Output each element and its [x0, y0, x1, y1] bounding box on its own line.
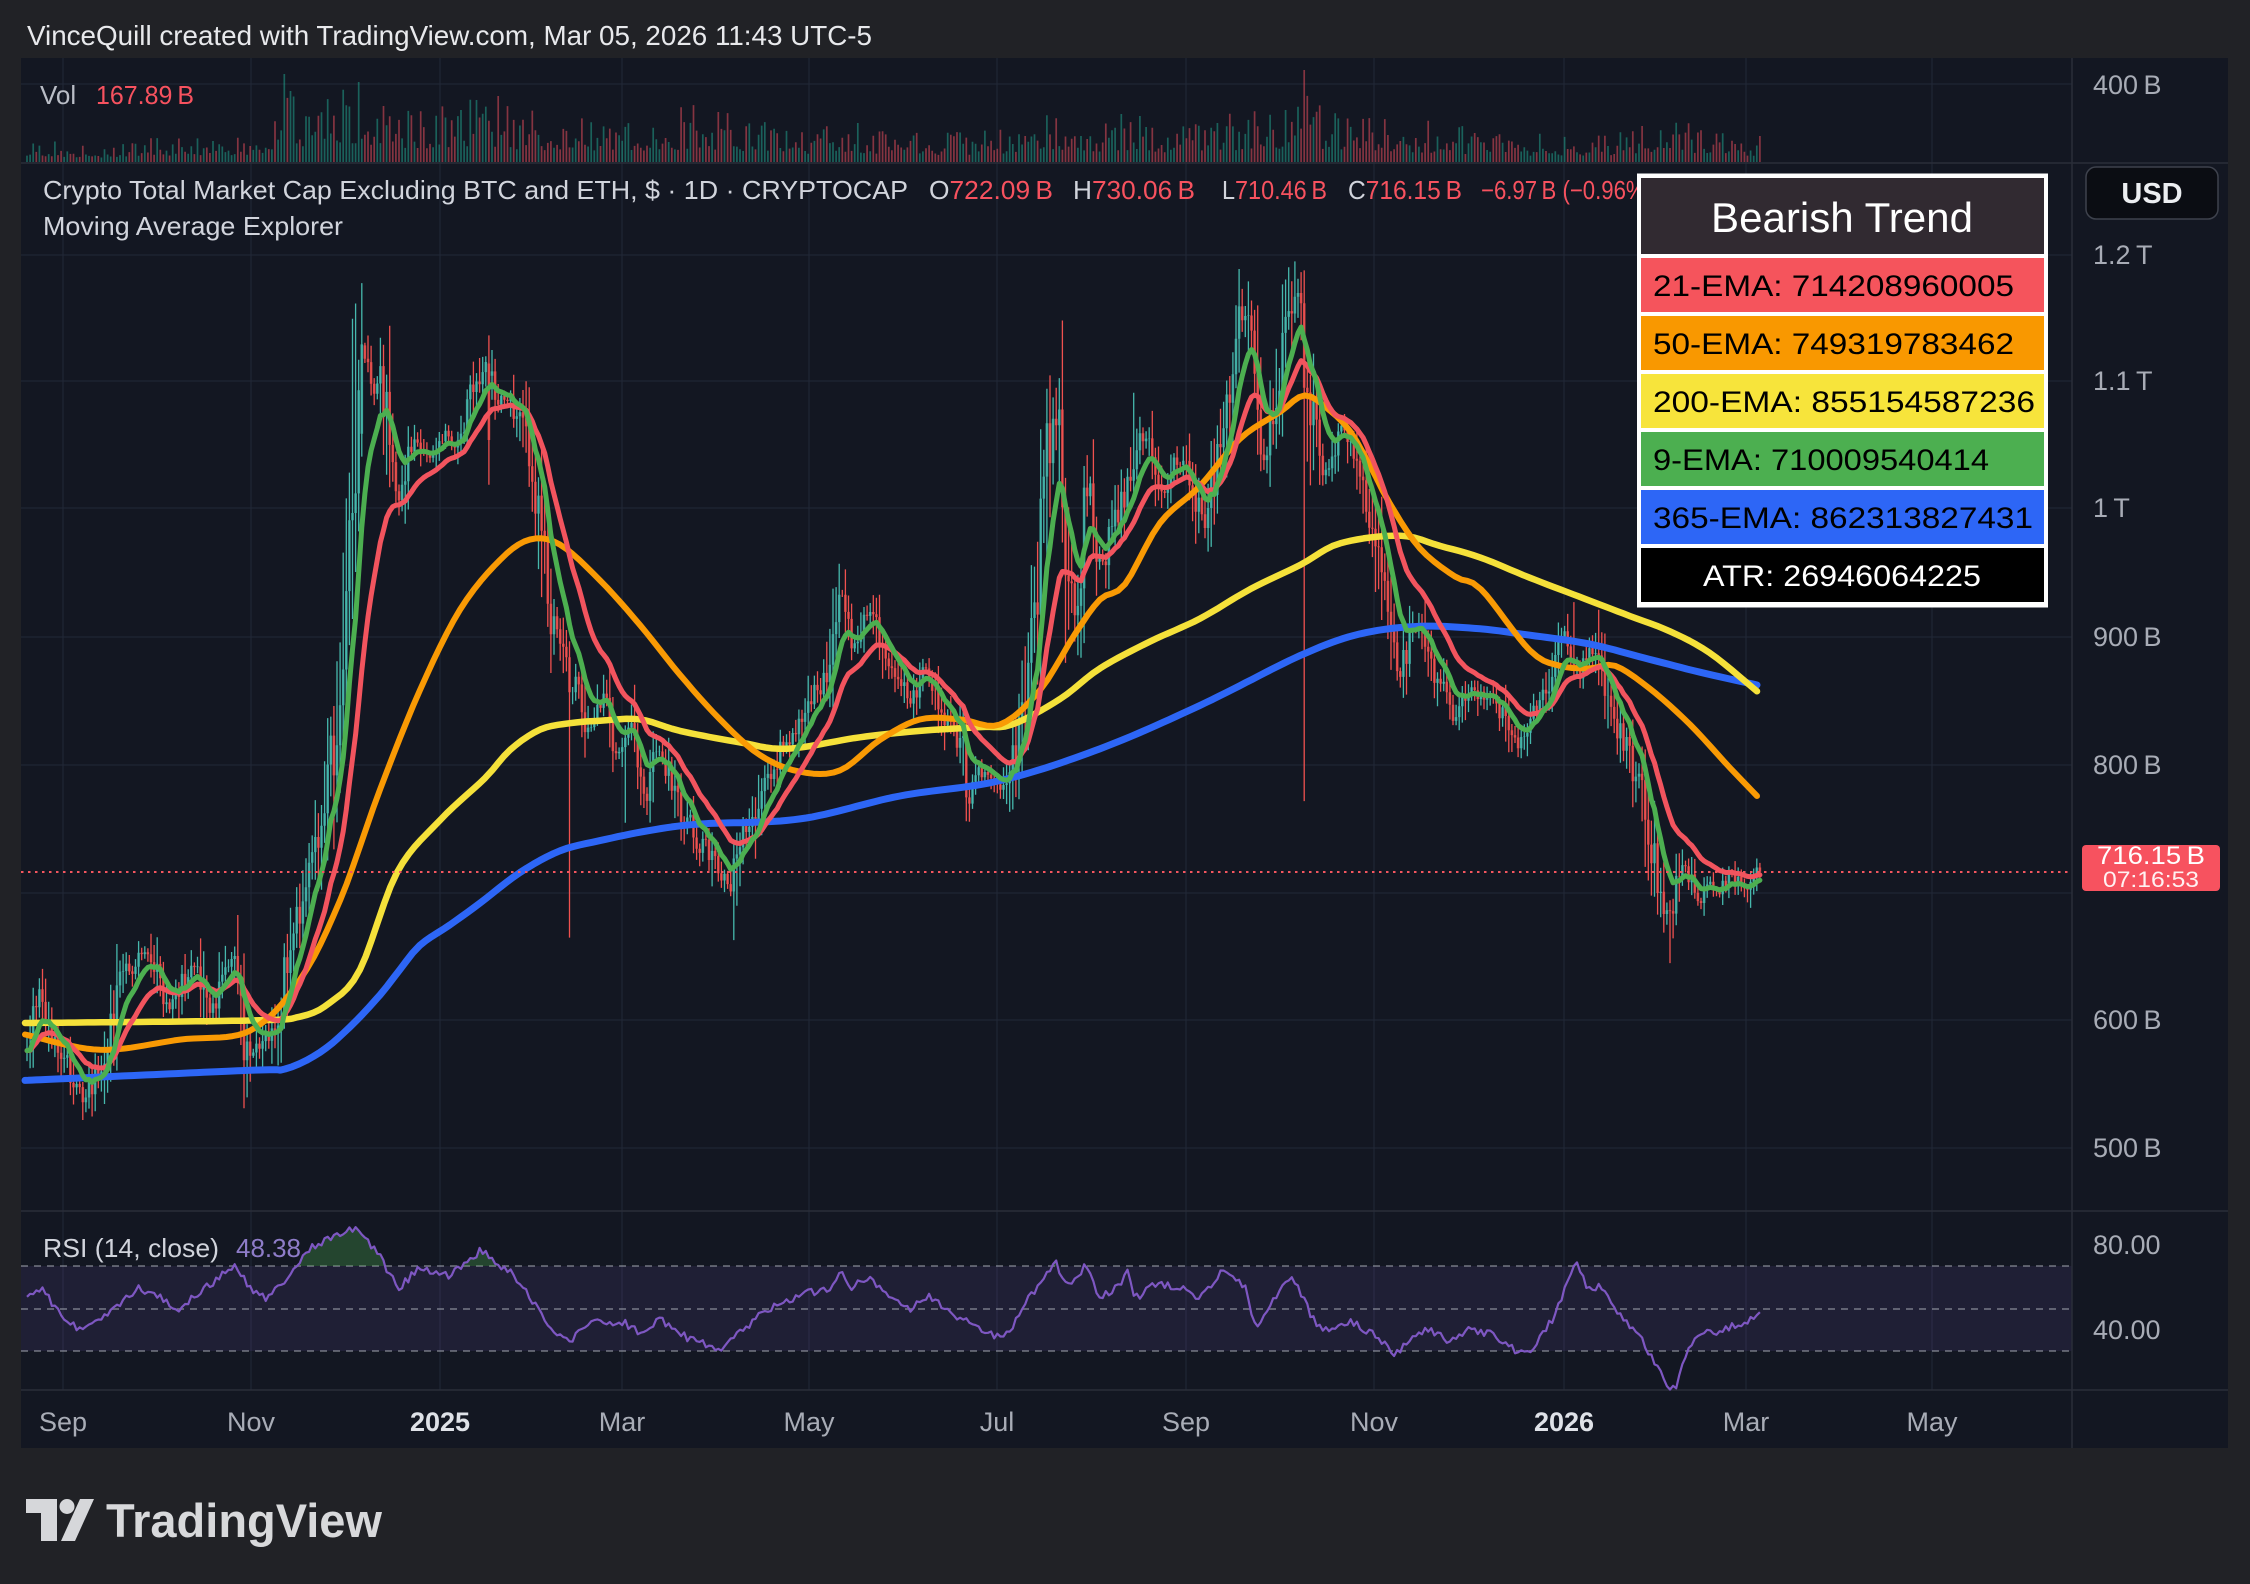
- svg-text:May: May: [783, 1407, 835, 1437]
- svg-text:2025: 2025: [410, 1407, 470, 1437]
- svg-text:Nov: Nov: [1350, 1407, 1399, 1437]
- svg-text:1.2 T: 1.2 T: [2093, 240, 2152, 270]
- svg-text:L710.46 B: L710.46 B: [1222, 175, 1327, 205]
- svg-text:Jul: Jul: [980, 1407, 1015, 1437]
- svg-text:May: May: [1906, 1407, 1958, 1437]
- svg-text:Vol: Vol: [40, 80, 76, 110]
- svg-text:800 B: 800 B: [2093, 750, 2161, 780]
- svg-text:48.38: 48.38: [236, 1233, 301, 1263]
- svg-text:716.15 B: 716.15 B: [2097, 842, 2205, 870]
- svg-text:200-EMA: 855154587236: 200-EMA: 855154587236: [1653, 386, 2035, 419]
- svg-text:O722.09 B: O722.09 B: [929, 175, 1053, 205]
- svg-text:Sep: Sep: [39, 1407, 87, 1437]
- svg-text:50-EMA: 749319783462: 50-EMA: 749319783462: [1653, 328, 2014, 361]
- svg-text:H730.06 B: H730.06 B: [1073, 175, 1195, 205]
- svg-text:ATR: 26946064225: ATR: 26946064225: [1703, 560, 1981, 593]
- svg-text:40.00: 40.00: [2093, 1315, 2161, 1345]
- svg-text:Bearish Trend: Bearish Trend: [1711, 194, 1973, 241]
- svg-text:RSI (14, close): RSI (14, close): [43, 1233, 219, 1263]
- svg-text:600 B: 600 B: [2093, 1005, 2161, 1035]
- svg-text:9-EMA: 710009540414: 9-EMA: 710009540414: [1653, 444, 1989, 477]
- svg-text:1.1 T: 1.1 T: [2093, 366, 2152, 396]
- svg-text:2026: 2026: [1534, 1407, 1594, 1437]
- svg-text:07:16:53: 07:16:53: [2103, 867, 2199, 892]
- svg-text:500 B: 500 B: [2093, 1133, 2161, 1163]
- svg-text:1 T: 1 T: [2093, 493, 2130, 523]
- svg-text:167.89 B: 167.89 B: [96, 80, 194, 110]
- svg-text:Nov: Nov: [227, 1407, 276, 1437]
- svg-text:TradingView: TradingView: [106, 1494, 382, 1547]
- svg-text:Moving Average Explorer: Moving Average Explorer: [43, 211, 343, 241]
- svg-text:Crypto Total Market Cap Exclud: Crypto Total Market Cap Excluding BTC an…: [43, 175, 908, 205]
- svg-text:900 B: 900 B: [2093, 622, 2161, 652]
- svg-text:−6.97 B (−0.96%): −6.97 B (−0.96%): [1481, 175, 1653, 205]
- svg-text:400 B: 400 B: [2093, 70, 2161, 100]
- svg-text:VinceQuill created with Tradin: VinceQuill created with TradingView.com,…: [27, 20, 872, 51]
- svg-text:21-EMA: 714208960005: 21-EMA: 714208960005: [1653, 270, 2014, 303]
- svg-text:C716.15 B: C716.15 B: [1348, 175, 1462, 205]
- svg-text:USD: USD: [2121, 178, 2182, 210]
- svg-text:365-EMA: 862313827431: 365-EMA: 862313827431: [1653, 502, 2033, 535]
- svg-text:Sep: Sep: [1162, 1407, 1210, 1437]
- svg-text:80.00: 80.00: [2093, 1230, 2161, 1260]
- svg-text:Mar: Mar: [1723, 1407, 1770, 1437]
- svg-text:Mar: Mar: [599, 1407, 646, 1437]
